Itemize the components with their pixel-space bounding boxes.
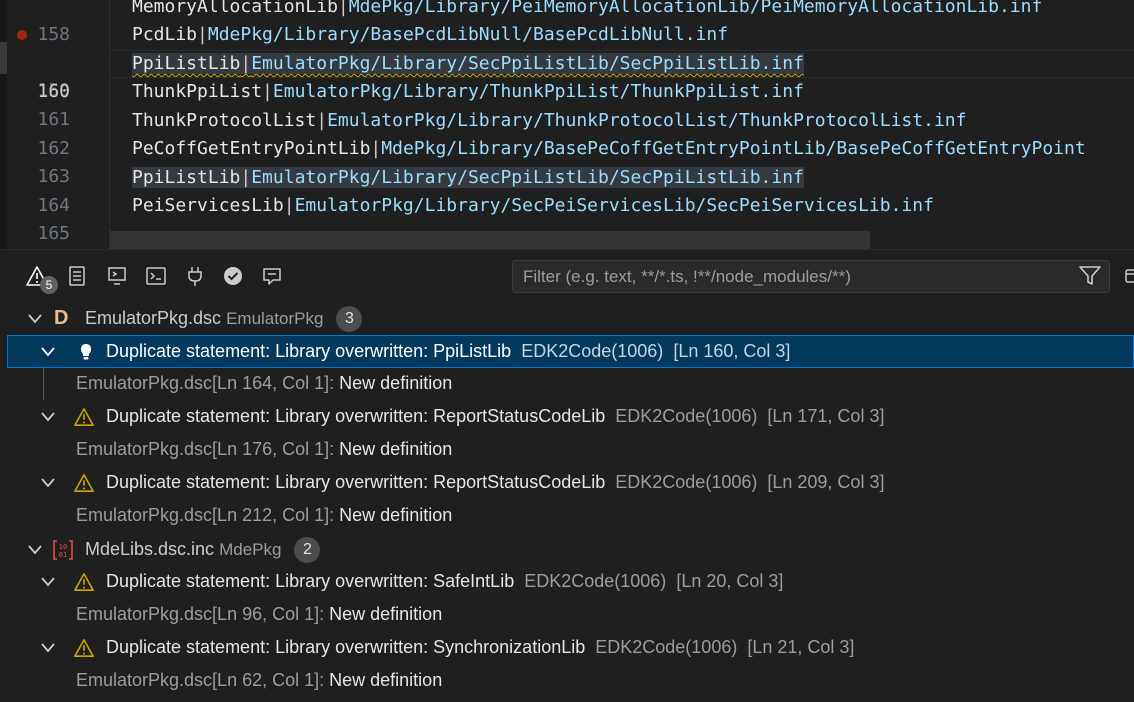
problem-location: [Ln 160, Col 3] (673, 341, 791, 361)
problem-source: EDK2Code(1006) (595, 637, 738, 657)
file-name: EmulatorPkg.dsc (85, 308, 222, 328)
code-line-current[interactable]: 160 PpiListLib|EmulatorPkg/Library/SecPp… (0, 50, 1134, 102)
file-name: MdeLibs.dsc.inc (85, 539, 215, 559)
folder-name: EmulatorPkg (226, 309, 324, 328)
debug-console-tab-icon[interactable] (104, 263, 130, 289)
library-name: PcdLib (132, 24, 198, 45)
svg-text:01: 01 (59, 551, 67, 559)
warning-icon (74, 639, 94, 657)
related-location: EmulatorPkg.dsc[Ln 212, Col 1]: (76, 505, 335, 525)
code-editor[interactable]: 158 MemoryAllocationLib|MdePkg/Library/P… (0, 0, 1134, 249)
library-path: EmulatorPkg/Library/SecPpiListLib/SecPpi… (251, 53, 804, 74)
ports-tab-icon[interactable] (182, 263, 208, 289)
check-tab-icon[interactable] (220, 263, 246, 289)
library-path: EmulatorPkg/Library/SecPpiListLib/SecPpi… (251, 167, 804, 188)
related-info-row[interactable]: EmulatorPkg.dsc[Ln 96, Col 1]: New defin… (7, 598, 1134, 631)
library-name: MemoryAllocationLib (132, 0, 338, 17)
code-line[interactable]: 165 PeiServicesLib|EmulatorPkg/Library/S… (0, 192, 1134, 244)
problem-file-row[interactable]: D EmulatorPkg.dsc EmulatorPkg 3 (7, 302, 1134, 335)
library-name: PeCoffGetEntryPointLib (132, 138, 371, 159)
problems-count-badge: 5 (40, 276, 58, 294)
chevron-down-icon[interactable] (40, 476, 56, 490)
problem-row[interactable]: Duplicate statement: Library overwritten… (7, 631, 1134, 664)
problem-message: Duplicate statement: Library overwritten… (106, 571, 515, 591)
code-line[interactable]: 163 PeCoffGetEntryPointLib|MdePkg/Librar… (0, 135, 1134, 187)
svg-text:10: 10 (59, 543, 67, 551)
library-name: ThunkPpiList (132, 81, 263, 102)
chevron-down-icon[interactable] (40, 641, 56, 655)
problem-file-row[interactable]: 10 01 MdeLibs.dsc.inc MdePkg 2 (7, 533, 1134, 566)
chevron-down-icon[interactable] (40, 410, 56, 424)
lightbulb-icon[interactable] (76, 342, 96, 362)
library-path: MdePkg/Library/PeiMemoryAllocationLib/Pe… (348, 0, 1043, 17)
code-line[interactable]: 162 ThunkProtocolList|EmulatorPkg/Librar… (0, 107, 1134, 159)
binary-file-icon: 10 01 (53, 540, 73, 560)
problem-source: EDK2Code(1006) (521, 341, 664, 361)
related-message: New definition (329, 604, 443, 624)
problem-message: Duplicate statement: Library overwritten… (106, 637, 586, 657)
related-location: EmulatorPkg.dsc[Ln 176, Col 1]: (76, 439, 335, 459)
library-name: PpiListLib (132, 53, 241, 74)
folder-name: MdePkg (219, 540, 282, 559)
related-info-row[interactable]: EmulatorPkg.dsc[Ln 62, Col 1]: New defin… (7, 664, 1134, 697)
problem-location: [Ln 21, Col 3] (747, 637, 855, 657)
warning-icon (74, 573, 94, 591)
related-message: New definition (339, 439, 453, 459)
problem-row[interactable]: Duplicate statement: Library overwritten… (7, 466, 1134, 499)
chevron-down-icon[interactable] (27, 543, 43, 557)
code-line[interactable]: 158 MemoryAllocationLib|MdePkg/Library/P… (0, 0, 1134, 45)
chevron-down-icon[interactable] (40, 575, 56, 589)
problem-message: Duplicate statement: Library overwritten… (106, 341, 512, 361)
horizontal-scrollbar[interactable] (110, 231, 870, 249)
library-path: MdePkg/Library/BasePcdLibNull/BasePcdLib… (207, 24, 729, 45)
chevron-down-icon[interactable] (40, 345, 56, 359)
problem-row[interactable]: Duplicate statement: Library overwritten… (7, 400, 1134, 433)
dsc-file-icon: D (54, 307, 69, 329)
problem-message: Duplicate statement: Library overwritten… (106, 406, 606, 426)
panel-toolbar: Filter (e.g. text, **/*.ts, !**/node_mod… (0, 250, 1134, 302)
library-path: EmulatorPkg/Library/ThunkProtocolList/Th… (327, 110, 967, 131)
problem-source: EDK2Code(1006) (615, 472, 758, 492)
code-line[interactable]: 161 ThunkPpiList|EmulatorPkg/Library/Thu… (0, 78, 1134, 130)
library-path: EmulatorPkg/Library/SecPeiServicesLib/Se… (294, 195, 934, 216)
terminal-tab-icon[interactable] (143, 263, 169, 289)
code-line[interactable]: 164 PpiListLib|EmulatorPkg/Library/SecPp… (0, 164, 1134, 216)
more-actions-icon[interactable] (1124, 264, 1134, 288)
related-message: New definition (339, 505, 453, 525)
chevron-down-icon[interactable] (27, 312, 43, 326)
filter-icon[interactable] (1078, 264, 1102, 288)
output-tab-icon[interactable] (64, 263, 90, 289)
library-path: EmulatorPkg/Library/ThunkPpiList/ThunkPp… (272, 81, 804, 102)
problem-source: EDK2Code(1006) (524, 571, 667, 591)
library-path: MdePkg/Library/BasePeCoffGetEntryPointLi… (381, 138, 1086, 159)
library-name: PeiServicesLib (132, 195, 284, 216)
related-info-row[interactable]: EmulatorPkg.dsc[Ln 212, Col 1]: New defi… (7, 499, 1134, 532)
related-location: EmulatorPkg.dsc[Ln 96, Col 1]: (76, 604, 325, 624)
problem-location: [Ln 209, Col 3] (767, 472, 885, 492)
warning-icon (74, 408, 94, 426)
related-message: New definition (329, 670, 443, 690)
library-name: PpiListLib (132, 167, 241, 188)
related-location: EmulatorPkg.dsc[Ln 62, Col 1]: (76, 670, 325, 690)
problem-source: EDK2Code(1006) (615, 406, 758, 426)
code-line[interactable]: 159 PcdLib|MdePkg/Library/BasePcdLibNull… (0, 21, 1134, 101)
related-location: EmulatorPkg.dsc[Ln 164, Col 1]: (76, 373, 335, 393)
problem-location: [Ln 20, Col 3] (676, 571, 784, 591)
problem-row[interactable]: Duplicate statement: Library overwritten… (7, 565, 1134, 598)
library-name: ThunkProtocolList (132, 110, 317, 131)
related-info-row[interactable]: EmulatorPkg.dsc[Ln 176, Col 1]: New defi… (7, 433, 1134, 466)
problem-row[interactable]: Duplicate statement: Library overwritten… (7, 335, 1134, 368)
related-info-row[interactable]: EmulatorPkg.dsc[Ln 164, Col 1]: New defi… (7, 367, 1134, 400)
problem-count-badge: 3 (336, 306, 363, 332)
comments-tab-icon[interactable] (259, 263, 285, 289)
problem-location: [Ln 171, Col 3] (767, 406, 885, 426)
breakpoint-icon[interactable] (17, 30, 27, 40)
related-message: New definition (339, 373, 453, 393)
filter-input[interactable]: Filter (e.g. text, **/*.ts, !**/node_mod… (512, 260, 1110, 293)
warning-icon (74, 474, 94, 492)
problem-message: Duplicate statement: Library overwritten… (106, 472, 606, 492)
problem-count-badge: 2 (294, 537, 321, 563)
